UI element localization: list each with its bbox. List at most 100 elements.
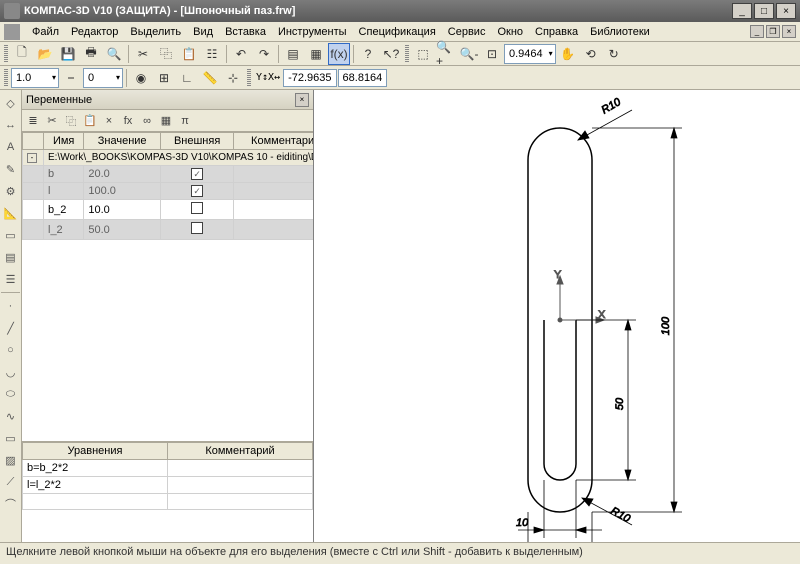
menu-edit[interactable]: Редактор: [65, 24, 124, 40]
menu-select[interactable]: Выделить: [124, 24, 187, 40]
ruler-button[interactable]: 📏: [199, 67, 221, 89]
panel-tb-4[interactable]: 📋: [81, 112, 99, 130]
toolbar-grip[interactable]: [405, 45, 409, 63]
panel-titlebar[interactable]: Переменные ×: [22, 90, 313, 110]
paste-button[interactable]: 📋: [178, 43, 200, 65]
zoom-dropdown[interactable]: 0.9464: [504, 44, 556, 64]
report-tool[interactable]: ☰: [1, 269, 21, 289]
col-eq-comment[interactable]: Комментарий: [168, 443, 313, 460]
linestyle-button[interactable]: ⎯: [60, 67, 82, 89]
var-row[interactable]: l_250.0: [23, 220, 314, 240]
lib-button[interactable]: ▤: [282, 43, 304, 65]
menu-libs[interactable]: Библиотеки: [584, 24, 656, 40]
dimension-tool[interactable]: ↔: [1, 115, 21, 135]
fillet-tool[interactable]: ⌒: [1, 494, 21, 514]
menu-spec[interactable]: Спецификация: [353, 24, 442, 40]
menu-tools[interactable]: Инструменты: [272, 24, 353, 40]
context-help-button[interactable]: ↖?: [380, 43, 402, 65]
checkbox-icon[interactable]: [191, 222, 203, 234]
variables-table[interactable]: Имя Значение Внешняя Комментарий - E:\Wo…: [22, 132, 313, 442]
menu-view[interactable]: Вид: [187, 24, 219, 40]
cut-button[interactable]: ✂: [132, 43, 154, 65]
mdi-restore[interactable]: ❐: [766, 25, 780, 38]
mdi-minimize[interactable]: _: [750, 25, 764, 38]
arc-tool[interactable]: ◡: [1, 362, 21, 382]
eq-row[interactable]: b=b_2*2: [23, 460, 313, 477]
edit-tool[interactable]: ✎: [1, 159, 21, 179]
print-button[interactable]: 🖶: [80, 43, 102, 65]
checkbox-icon[interactable]: [191, 202, 203, 214]
spec-tool[interactable]: ▤: [1, 247, 21, 267]
panel-tb-7[interactable]: ∞: [138, 112, 156, 130]
measure-tool[interactable]: 📐: [1, 203, 21, 223]
help-button[interactable]: ?: [357, 43, 379, 65]
undo-button[interactable]: ↶: [230, 43, 252, 65]
menu-service[interactable]: Сервис: [442, 24, 492, 40]
hatch-tool[interactable]: ▨: [1, 450, 21, 470]
ellipse-tool[interactable]: ⬭: [1, 384, 21, 404]
col-name[interactable]: Имя: [44, 133, 84, 150]
panel-tb-1[interactable]: ≣: [24, 112, 42, 130]
coord-y[interactable]: 68.8164: [338, 69, 388, 87]
linewidth-dropdown[interactable]: 1.0: [11, 68, 59, 88]
refresh-button[interactable]: ↻: [603, 43, 625, 65]
zoom-window-button[interactable]: ⊡: [481, 43, 503, 65]
panel-tb-2[interactable]: ✂: [43, 112, 61, 130]
col-comment[interactable]: Комментарий: [234, 133, 313, 150]
variables-button[interactable]: f(x): [328, 43, 350, 65]
menu-file[interactable]: Файл: [26, 24, 65, 40]
maximize-button[interactable]: □: [754, 3, 774, 19]
grid-button[interactable]: ⊞: [153, 67, 175, 89]
toolbar-grip[interactable]: [4, 69, 8, 87]
col-value[interactable]: Значение: [84, 133, 161, 150]
panel-close-button[interactable]: ×: [295, 93, 309, 107]
ortho-button[interactable]: ∟: [176, 67, 198, 89]
panel-tb-3[interactable]: ⿻: [62, 112, 80, 130]
drawing-canvas[interactable]: Y X R10 R10 100: [314, 90, 800, 542]
copy-button[interactable]: ⿻: [155, 43, 177, 65]
mdi-close[interactable]: ×: [782, 25, 796, 38]
zoom-in-button[interactable]: 🔍+: [435, 43, 457, 65]
panel-tb-5[interactable]: ×: [100, 112, 118, 130]
calendar-button[interactable]: ▦: [305, 43, 327, 65]
geometry-tool[interactable]: ◇: [1, 93, 21, 113]
select-tool[interactable]: ▭: [1, 225, 21, 245]
zoom-out-button[interactable]: 🔍-: [458, 43, 480, 65]
checkbox-icon[interactable]: ✓: [191, 185, 203, 197]
var-row[interactable]: l100.0 ✓: [23, 183, 314, 200]
col-external[interactable]: Внешняя: [160, 133, 233, 150]
coord-x[interactable]: -72.9635: [283, 69, 336, 87]
checkbox-icon[interactable]: ✓: [191, 168, 203, 180]
path-row[interactable]: - E:\Work\_BOOKS\KOMPAS-3D V10\KOMPAS 10…: [23, 150, 314, 166]
menu-window[interactable]: Окно: [491, 24, 529, 40]
circle-tool[interactable]: ○: [1, 340, 21, 360]
rect-tool[interactable]: ▭: [1, 428, 21, 448]
menu-insert[interactable]: Вставка: [219, 24, 272, 40]
point-tool[interactable]: ·: [1, 296, 21, 316]
equations-table[interactable]: Уравнения Комментарий b=b_2*2 l=l_2*2: [22, 442, 313, 542]
props-button[interactable]: ☷: [201, 43, 223, 65]
eq-row[interactable]: [23, 494, 313, 510]
preview-button[interactable]: 🔍: [103, 43, 125, 65]
var-row[interactable]: b20.0 ✓: [23, 166, 314, 183]
save-button[interactable]: 💾: [57, 43, 79, 65]
toolbar-grip[interactable]: [4, 45, 8, 63]
minimize-button[interactable]: _: [732, 3, 752, 19]
coord-sys-button[interactable]: ⊹: [222, 67, 244, 89]
panel-tb-8[interactable]: ▦: [157, 112, 175, 130]
toolbar-grip[interactable]: [247, 69, 251, 87]
spline-tool[interactable]: ∿: [1, 406, 21, 426]
param-tool[interactable]: ⚙: [1, 181, 21, 201]
close-button[interactable]: ×: [776, 3, 796, 19]
new-button[interactable]: 🗋: [11, 43, 33, 65]
chamfer-tool[interactable]: ⟋: [1, 472, 21, 492]
pan-button[interactable]: ✋: [557, 43, 579, 65]
panel-tb-6[interactable]: fx: [119, 112, 137, 130]
eq-row[interactable]: l=l_2*2: [23, 477, 313, 494]
layer-dropdown[interactable]: 0: [83, 68, 123, 88]
snap-button[interactable]: ◉: [130, 67, 152, 89]
open-button[interactable]: 📂: [34, 43, 56, 65]
panel-tb-9[interactable]: π: [176, 112, 194, 130]
menu-help[interactable]: Справка: [529, 24, 584, 40]
var-row[interactable]: b_210.0: [23, 200, 314, 220]
